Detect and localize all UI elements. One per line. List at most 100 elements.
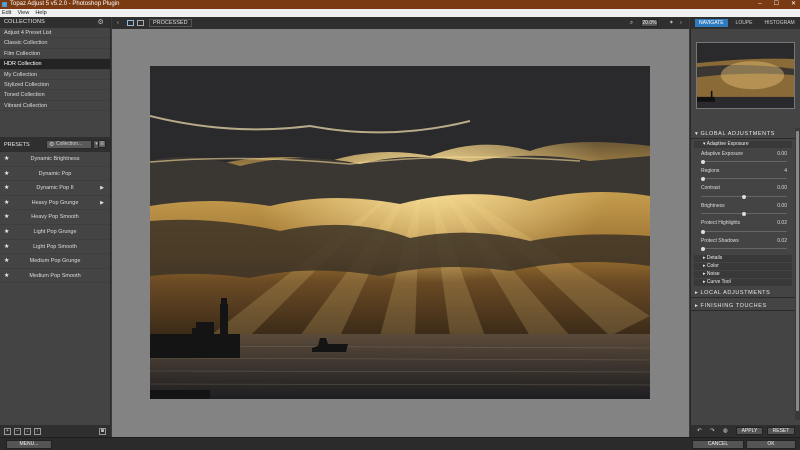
preview-canvas (112, 29, 689, 437)
preview-image[interactable] (150, 66, 650, 399)
local-adjustments-header[interactable]: ▸ LOCAL ADJUSTMENTS (691, 289, 800, 298)
noise-header[interactable]: ▸ Noise (694, 271, 792, 278)
zoom-icon[interactable]: ⌕ (630, 19, 633, 27)
history-icon[interactable]: ◍ (723, 427, 728, 435)
global-adjustments-header[interactable]: ▾ GLOBAL ADJUSTMENTS (691, 130, 800, 139)
param-brightness: Brightness 0.00 (701, 203, 787, 209)
apply-button[interactable]: APPLY (736, 427, 763, 435)
presets-toolbar: + – ↓ ↑ ◙ (0, 425, 111, 437)
filter-gear-icon: ⚙ (49, 142, 55, 148)
collection-item[interactable]: My Collection (0, 70, 110, 80)
collection-item[interactable]: Stylized Collection (0, 80, 110, 91)
color-header[interactable]: ▸ Color (694, 263, 792, 270)
adaptive-exposure-header[interactable]: ▾ Adaptive Exposure (694, 141, 792, 148)
menu-button[interactable]: MENU... (6, 440, 52, 449)
title-bar: Topaz Adjust 5 v5.2.0 - Photoshop Plugin… (0, 0, 800, 9)
star-icon[interactable]: ★ (4, 225, 9, 240)
single-view-icon[interactable] (127, 20, 134, 26)
star-icon[interactable]: ★ (4, 269, 9, 284)
gear-icon[interactable]: ⚙ (98, 19, 104, 26)
preset-item[interactable]: ★ Medium Pop Smooth (0, 269, 110, 284)
ok-button[interactable]: OK (746, 440, 796, 449)
collection-filter-select[interactable]: ⚙ Collection... ▾ (46, 140, 100, 149)
zoom-fit-icon[interactable]: ✶ (669, 19, 674, 27)
slider-protect-highlights[interactable] (701, 229, 787, 234)
preset-item[interactable]: ★ Heavy Pop Grunge ▶ (0, 196, 110, 211)
preset-item[interactable]: ★ Light Pop Grunge (0, 225, 110, 240)
slider-knob[interactable] (701, 176, 705, 181)
collapse-left-icon[interactable]: ‹ (117, 19, 119, 27)
finishing-touches-header[interactable]: ▸ FINISHING TOUCHES (691, 302, 800, 311)
preset-item[interactable]: ★ Dynamic Pop II ▶ (0, 181, 110, 196)
star-icon[interactable]: ★ (4, 152, 9, 167)
param-regions: Regions 4 (701, 168, 787, 174)
reset-button[interactable]: RESET (767, 427, 795, 435)
slider-adaptive-exposure[interactable] (701, 159, 787, 164)
scrollbar-thumb[interactable] (796, 131, 799, 411)
collection-item[interactable]: Vibrant Collection (0, 101, 110, 112)
close-button[interactable]: ✕ (791, 0, 796, 9)
collapse-right-icon[interactable]: › (680, 19, 682, 27)
tab-navigate[interactable]: NAVIGATE (695, 19, 728, 27)
tab-histogram[interactable]: HISTOGRAM (761, 19, 799, 27)
menu-help[interactable]: Help (35, 9, 46, 17)
maximize-button[interactable]: ☐ (774, 0, 779, 9)
navigator-thumbnail[interactable] (696, 42, 795, 109)
star-icon[interactable]: ★ (4, 210, 9, 225)
camera-icon[interactable]: ◙ (99, 428, 106, 435)
curve-tool-header[interactable]: ▸ Curve Tool (694, 279, 792, 286)
slider-knob[interactable] (701, 229, 705, 234)
export-preset-icon[interactable]: ↑ (34, 427, 41, 435)
star-icon[interactable]: ★ (4, 196, 9, 211)
delete-preset-icon[interactable]: – (14, 427, 21, 435)
navigator-preview-image (697, 43, 794, 108)
window-title: Topaz Adjust 5 v5.2.0 - Photoshop Plugin (10, 1, 120, 7)
split-view-icon[interactable] (137, 20, 144, 26)
slider-knob[interactable] (742, 194, 746, 199)
star-icon[interactable]: ★ (4, 167, 9, 182)
star-icon[interactable]: ★ (4, 254, 9, 269)
redo-icon[interactable]: ↷ (710, 427, 715, 435)
tab-loupe[interactable]: LOUPE (732, 19, 757, 27)
processed-toggle[interactable]: PROCESSED (149, 19, 192, 27)
right-scrollbar[interactable] (795, 128, 800, 420)
preset-item[interactable]: ★ Medium Pop Grunge (0, 254, 110, 269)
preset-item[interactable]: ★ Dynamic Brightness (0, 152, 110, 167)
presets-title: PRESETS (4, 141, 30, 148)
cancel-button[interactable]: CANCEL (692, 440, 744, 449)
star-icon[interactable]: ★ (4, 240, 9, 255)
slider-knob[interactable] (701, 246, 705, 251)
collection-item[interactable]: Toned Collection (0, 90, 110, 101)
add-preset-icon[interactable]: + (4, 427, 11, 435)
list-view-icon[interactable]: ≡ (98, 140, 106, 148)
undo-icon[interactable]: ↶ (697, 427, 702, 435)
slider-brightness[interactable] (701, 211, 787, 216)
menu-view[interactable]: View (17, 9, 29, 17)
slider-contrast[interactable] (701, 194, 787, 199)
menu-edit[interactable]: Edit (2, 9, 11, 17)
collection-item[interactable]: Film Collection (0, 49, 110, 60)
collections-header: COLLECTIONS ⚙ (0, 17, 110, 28)
collections-list: Adjust 4 Preset List Classic Collection … (0, 28, 110, 134)
slider-knob[interactable] (742, 211, 746, 216)
star-icon[interactable]: ★ (4, 181, 9, 196)
zoom-level[interactable]: 20.0% (641, 19, 658, 27)
preset-item[interactable]: ★ Heavy Pop Smooth (0, 210, 110, 225)
collection-item-selected[interactable]: HDR Collection (0, 59, 110, 70)
collection-item[interactable]: Classic Collection (0, 38, 110, 49)
slider-regions[interactable] (701, 176, 787, 181)
preset-item[interactable]: ★ Light Pop Smooth (0, 240, 110, 255)
expand-arrow-icon[interactable]: ▶ (100, 196, 104, 211)
sunset-seascape-image (150, 66, 650, 399)
presets-header: PRESETS ⚙ Collection... ▾ ≡ (0, 137, 110, 152)
import-preset-icon[interactable]: ↓ (24, 427, 31, 435)
param-adaptive-exposure: Adaptive Exposure 0.00 (701, 151, 787, 157)
slider-knob[interactable] (701, 159, 705, 164)
collection-item[interactable]: Adjust 4 Preset List (0, 28, 110, 39)
collection-filter-text: Collection... (56, 141, 83, 147)
preset-item[interactable]: ★ Dynamic Pop (0, 167, 110, 182)
minimize-button[interactable]: – (758, 0, 761, 9)
expand-arrow-icon[interactable]: ▶ (100, 181, 104, 196)
slider-protect-shadows[interactable] (701, 246, 787, 251)
details-header[interactable]: ▸ Details (694, 255, 792, 262)
